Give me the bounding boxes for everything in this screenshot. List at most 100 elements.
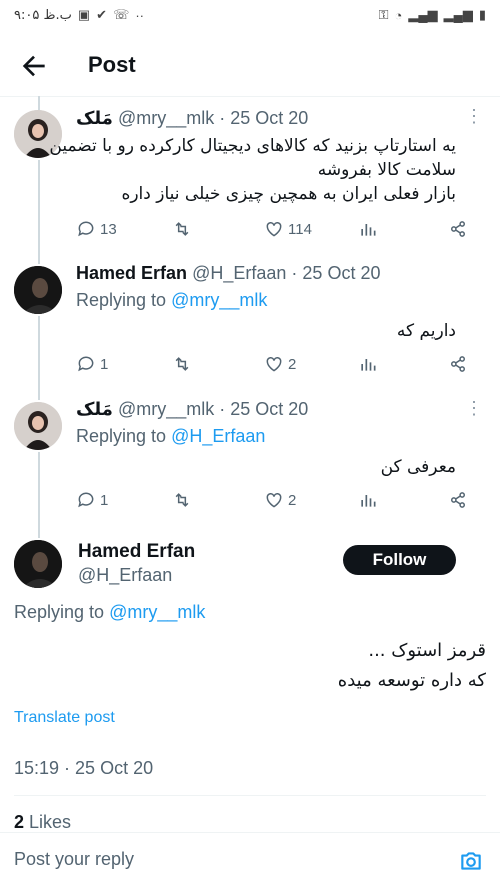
tweet-header: Hamed Erfan @H_Erfaan · 25 Oct 20 (76, 263, 380, 284)
views-icon (361, 495, 376, 507)
replying-label: Replying to (76, 426, 167, 446)
tweet-text-line: سلامت کالا بفروشه (317, 160, 456, 180)
mention-link[interactable]: @mry__mlk (171, 290, 267, 310)
tweet-text-line: قرمز استوک ... (368, 640, 486, 661)
vpn-key-icon: ⚿ (378, 7, 389, 22)
tweet-header: مَلک @mry__mlk · 25 Oct 20 (76, 108, 308, 129)
camera-icon[interactable] (458, 848, 484, 874)
share-icon (451, 356, 465, 372)
wifi-icon: ◔ (394, 7, 403, 23)
battery-icon: ▮ (478, 7, 486, 22)
repost-icon (175, 493, 189, 507)
views-button[interactable] (358, 219, 378, 239)
replying-to: Replying to @H_Erfaan (76, 426, 265, 447)
dot-separator: · (219, 399, 226, 419)
thread-line (38, 452, 40, 538)
reply-bar: Post your reply (0, 832, 500, 889)
like-button[interactable]: 2 (264, 490, 296, 510)
tweet-date: 25 Oct 20 (230, 108, 309, 128)
status-time: ۹:۰۵ ب.ظ (14, 7, 72, 23)
user-name[interactable]: Hamed Erfan (78, 541, 195, 563)
reply-button[interactable]: 1 (76, 354, 108, 374)
like-count: 2 (288, 355, 297, 373)
likes-label: Likes (29, 812, 72, 832)
mention-link[interactable]: @mry__mlk (109, 602, 205, 622)
replying-label: Replying to (76, 290, 167, 310)
repost-button[interactable] (172, 490, 192, 510)
call-icon: ☏ (113, 7, 130, 22)
tweet-actions: 1 2 (76, 354, 476, 378)
follow-button[interactable]: Follow (343, 545, 456, 575)
replying-to: Replying to @mry__mlk (14, 602, 205, 623)
tweet-text: معرفی کن (380, 457, 456, 477)
reply-count: 13 (100, 220, 117, 238)
tweet-text: قرمز استوک ... که داره توسعه میده (338, 636, 486, 696)
like-count: 114 (288, 220, 312, 238)
reply-count: 1 (100, 491, 109, 509)
check-icon: ✔ (96, 7, 108, 22)
tweet-date: 25 Oct 20 (302, 263, 381, 283)
top-app-bar: Post (0, 36, 500, 97)
share-button[interactable] (448, 490, 468, 510)
avatar[interactable] (14, 266, 62, 314)
post-timestamp: 15:19 · 25 Oct 20 (14, 758, 154, 778)
repost-icon (175, 357, 189, 371)
user-name[interactable]: مَلک (76, 108, 113, 129)
dot-separator: · (219, 108, 226, 128)
tweet-text: یه استارتاپ بزنید که کالاهای دیجیتال کار… (49, 134, 456, 206)
repost-button[interactable] (172, 219, 192, 239)
tweet-actions: 1 2 (76, 490, 476, 514)
page-title: Post (88, 52, 136, 77)
tweet-text-line: بازار فعلی ایران به همچین چیزی خیلی نیاز… (121, 184, 456, 204)
user-handle[interactable]: @mry__mlk (118, 399, 214, 419)
signal-icon-2: ▂▄▆ (443, 7, 473, 22)
tweet-actions: 13 114 (76, 219, 476, 243)
thread-line (38, 316, 40, 400)
mention-link[interactable]: @H_Erfaan (171, 426, 265, 446)
tweet-date: 25 Oct 20 (230, 399, 309, 419)
reply-input[interactable]: Post your reply (14, 849, 134, 870)
like-button[interactable]: 114 (264, 219, 312, 239)
user-handle[interactable]: @H_Erfaan (192, 263, 286, 283)
tweet-text-line: که داره توسعه میده (337, 670, 486, 691)
reply-icon (78, 221, 94, 237)
likes-summary[interactable]: 2 Likes (14, 812, 71, 833)
views-button[interactable] (358, 490, 378, 510)
reply-icon (78, 356, 94, 372)
share-icon (451, 221, 465, 237)
repost-icon (175, 222, 189, 236)
repost-button[interactable] (172, 354, 192, 374)
avatar[interactable] (14, 402, 62, 450)
gallery-icon: ▣ (77, 7, 91, 22)
user-name[interactable]: مَلک (76, 399, 113, 420)
views-icon (361, 224, 376, 236)
avatar[interactable] (14, 540, 62, 588)
heart-icon (266, 492, 282, 508)
tweet-text: داریم که (396, 321, 456, 341)
likes-count: 2 (14, 812, 25, 832)
thread-line (38, 96, 40, 110)
more-options-icon[interactable]: ⋮ (465, 106, 483, 127)
notification-dots: ·· (135, 7, 145, 23)
translate-link[interactable]: Translate post (14, 709, 115, 727)
more-options-icon[interactable]: ⋮ (465, 398, 483, 419)
like-button[interactable]: 2 (264, 354, 296, 374)
user-name[interactable]: Hamed Erfan (76, 263, 187, 283)
heart-icon (266, 356, 282, 372)
heart-icon (266, 221, 282, 237)
reply-count: 1 (100, 355, 109, 373)
reply-button[interactable]: 13 (76, 219, 117, 239)
back-arrow-icon[interactable] (18, 50, 50, 82)
user-handle[interactable]: @mry__mlk (118, 108, 214, 128)
views-button[interactable] (358, 354, 378, 374)
replying-to: Replying to @mry__mlk (76, 290, 267, 311)
status-bar: ۹:۰۵ ب.ظ ▣ ✔ ☏ ·· ⚿ ◔ ▂▄▆ ▂▄▆ ▮ (0, 0, 500, 32)
divider (14, 795, 486, 796)
dot-separator: · (291, 263, 298, 283)
user-handle[interactable]: @H_Erfaan (78, 565, 172, 586)
thread-line (38, 160, 40, 264)
reply-button[interactable]: 1 (76, 490, 108, 510)
share-button[interactable] (448, 354, 468, 374)
share-button[interactable] (448, 219, 468, 239)
tweet-header: مَلک @mry__mlk · 25 Oct 20 (76, 399, 308, 420)
